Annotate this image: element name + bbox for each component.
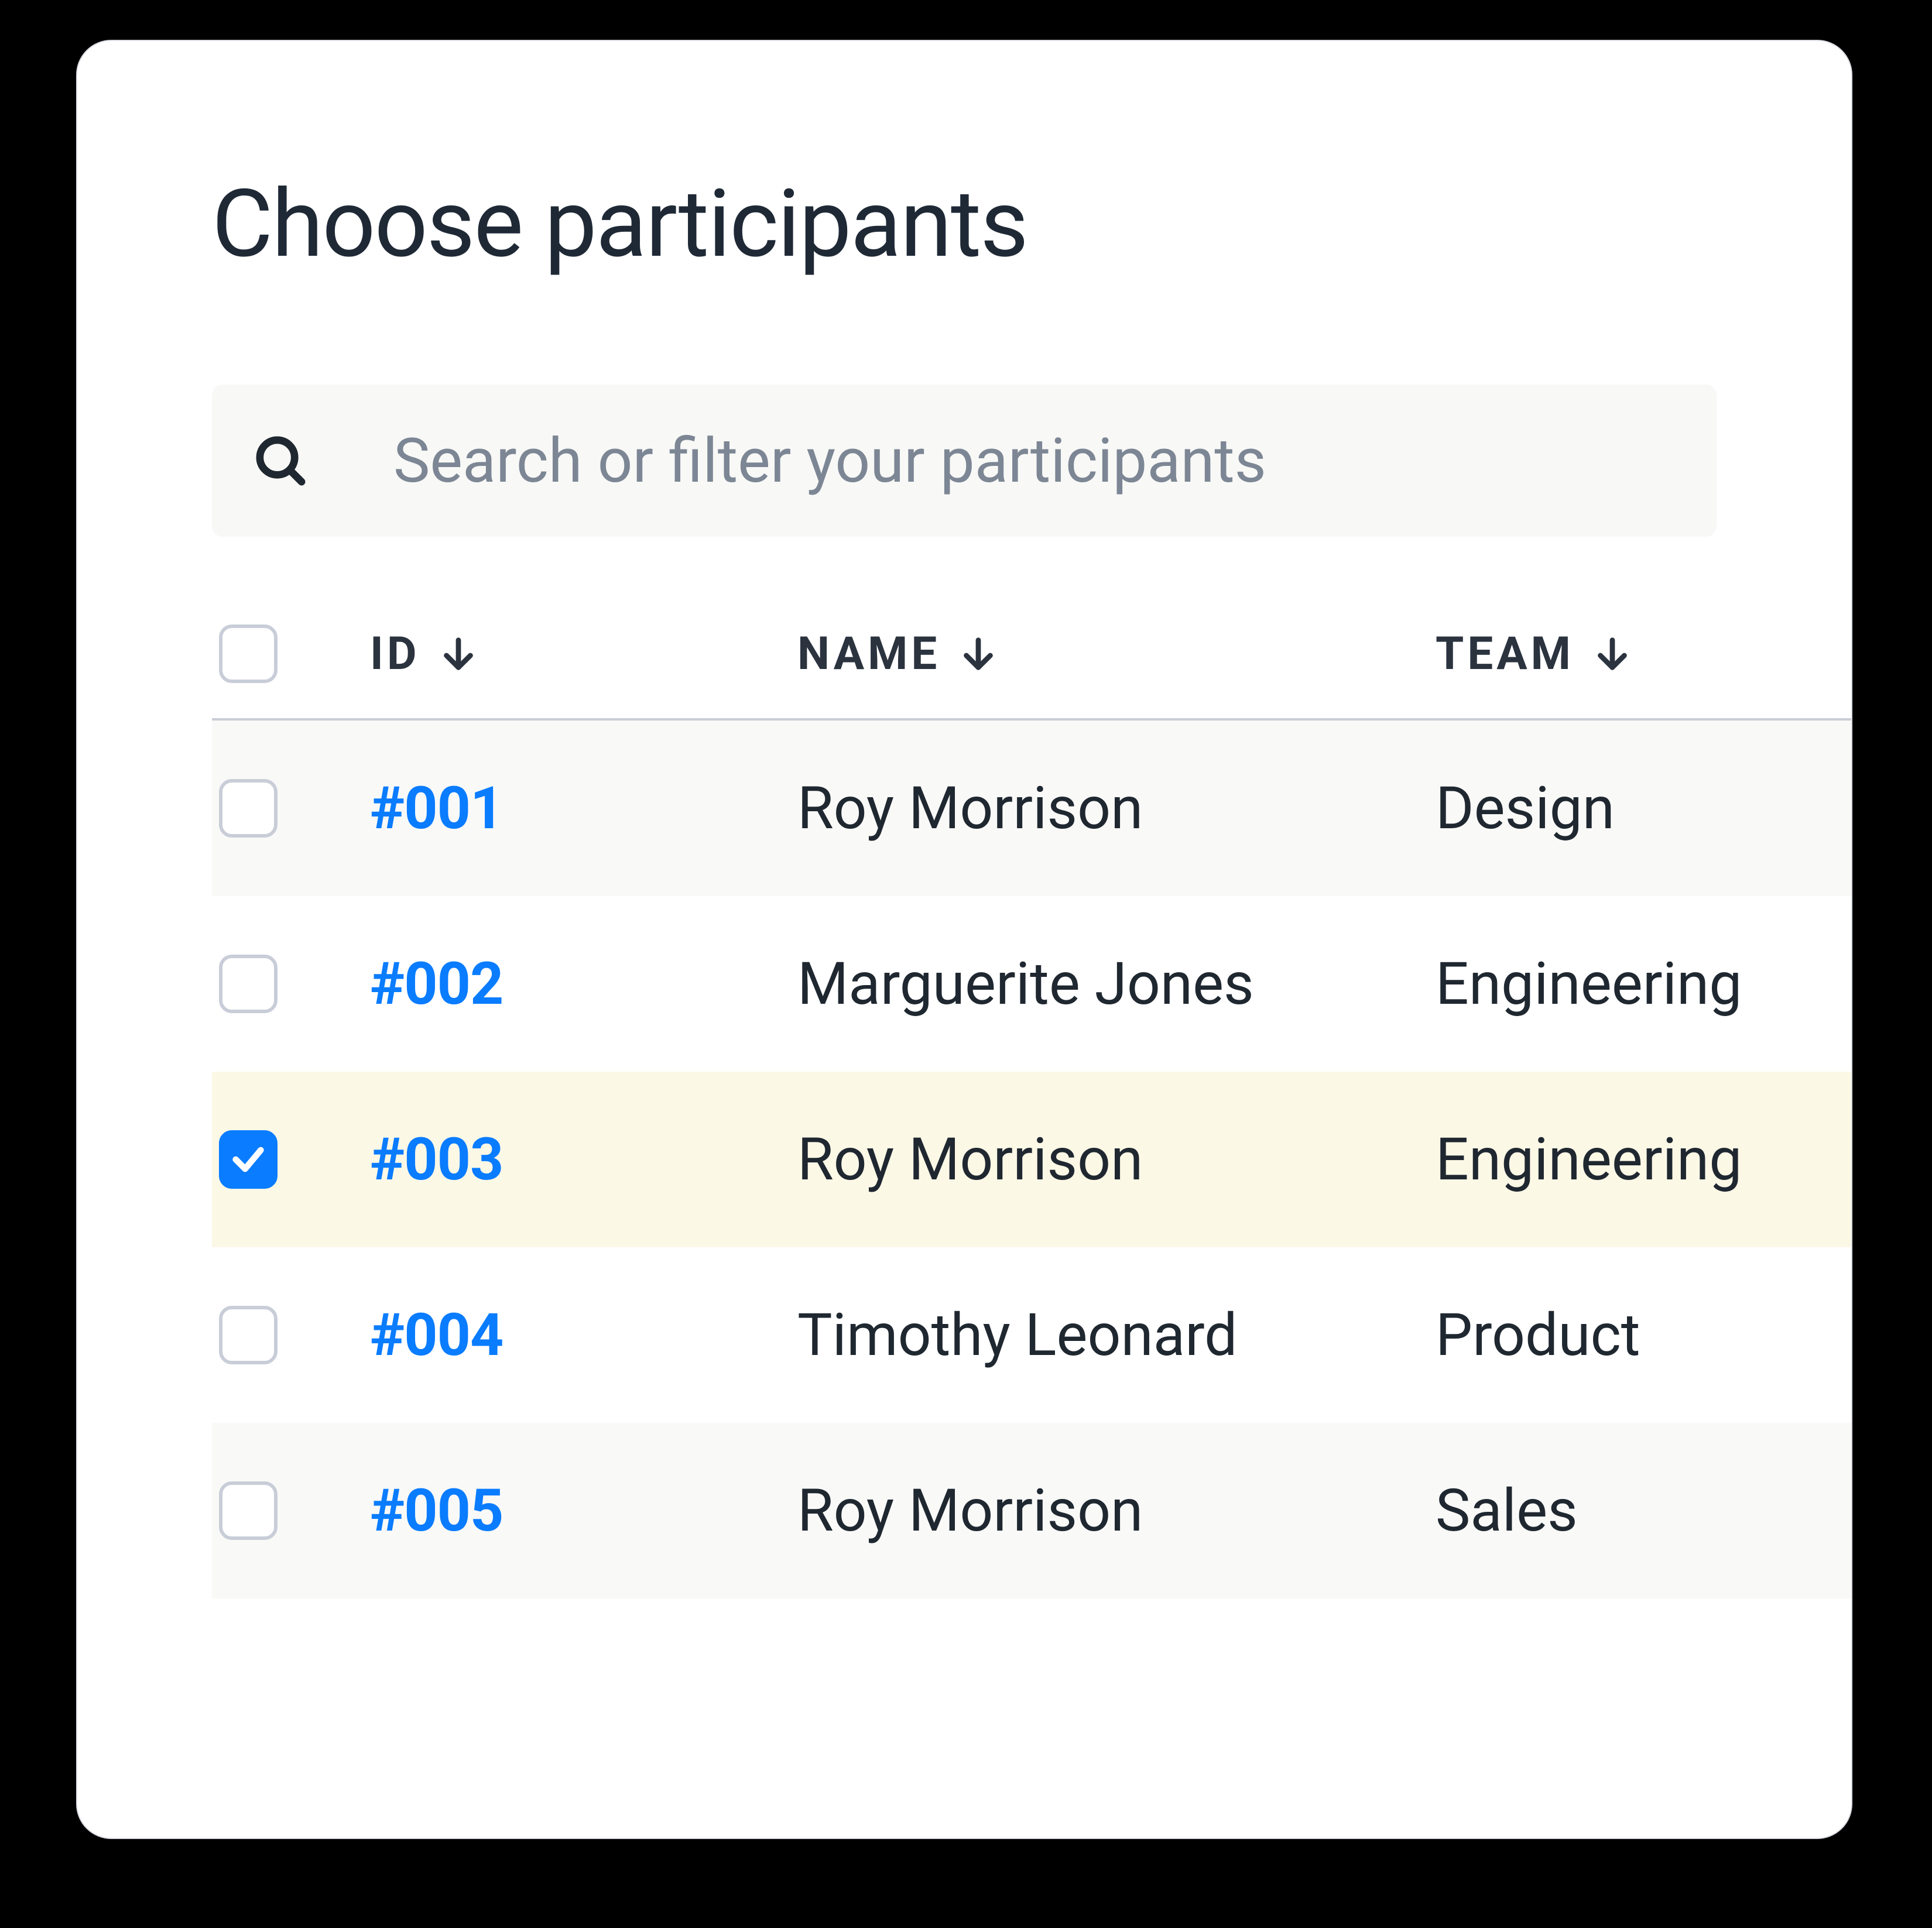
column-header-id-label: ID	[370, 627, 420, 681]
cell-team: Engineering	[1436, 1126, 1852, 1194]
search-bar[interactable]	[212, 385, 1717, 537]
column-header-name-label: NAME	[797, 627, 940, 681]
arrow-down-icon	[958, 633, 999, 674]
row-select-cell	[212, 779, 370, 838]
arrow-down-icon	[438, 633, 479, 674]
column-header-select	[212, 625, 370, 683]
cell-name: Roy Morrison	[797, 774, 1436, 843]
cell-name: Roy Morrison	[797, 1477, 1436, 1545]
table-row[interactable]: #001Roy MorrisonDesign	[212, 721, 1852, 896]
row-select-cell	[212, 1306, 370, 1364]
row-select-cell	[212, 1130, 370, 1189]
row-checkbox[interactable]	[219, 779, 278, 838]
table-row[interactable]: #004Timothy LeonardProduct	[212, 1247, 1852, 1423]
table-row[interactable]: #005Roy MorrisonSales	[212, 1423, 1852, 1598]
column-header-name[interactable]: NAME	[797, 627, 1436, 681]
cell-id[interactable]: #004	[370, 1301, 797, 1370]
choose-participants-dialog: Choose participants ID	[76, 40, 1852, 1839]
table-header-row: ID NAME TEAM	[212, 625, 1852, 721]
row-checkbox[interactable]	[219, 1130, 278, 1189]
row-checkbox[interactable]	[219, 1481, 278, 1540]
cell-name: Timothy Leonard	[797, 1301, 1436, 1370]
cell-team: Engineering	[1436, 950, 1852, 1018]
row-select-cell	[212, 955, 370, 1013]
table-body: #001Roy MorrisonDesign#002Marguerite Jon…	[212, 721, 1852, 1598]
cell-name: Roy Morrison	[797, 1126, 1436, 1194]
row-checkbox[interactable]	[219, 1306, 278, 1364]
cell-id[interactable]: #001	[370, 774, 797, 843]
cell-team: Design	[1436, 774, 1852, 843]
cell-team: Sales	[1436, 1477, 1852, 1545]
dialog-title: Choose participants	[212, 170, 1717, 279]
participants-table: ID NAME TEAM #00	[212, 625, 1852, 1598]
row-checkbox[interactable]	[219, 955, 278, 1013]
row-select-cell	[212, 1481, 370, 1540]
column-header-team[interactable]: TEAM	[1436, 627, 1852, 681]
cell-id[interactable]: #003	[370, 1126, 797, 1194]
search-input[interactable]	[393, 425, 1681, 497]
column-header-id[interactable]: ID	[370, 627, 797, 681]
search-icon	[253, 433, 309, 489]
column-header-team-label: TEAM	[1436, 627, 1574, 681]
table-row[interactable]: #002Marguerite JonesEngineering	[212, 896, 1852, 1072]
cell-team: Product	[1436, 1301, 1852, 1370]
select-all-checkbox[interactable]	[219, 625, 278, 683]
cell-name: Marguerite Jones	[797, 950, 1436, 1018]
table-row[interactable]: #003Roy MorrisonEngineering	[212, 1072, 1852, 1247]
cell-id[interactable]: #005	[370, 1477, 797, 1545]
cell-id[interactable]: #002	[370, 950, 797, 1018]
arrow-down-icon	[1592, 633, 1633, 674]
